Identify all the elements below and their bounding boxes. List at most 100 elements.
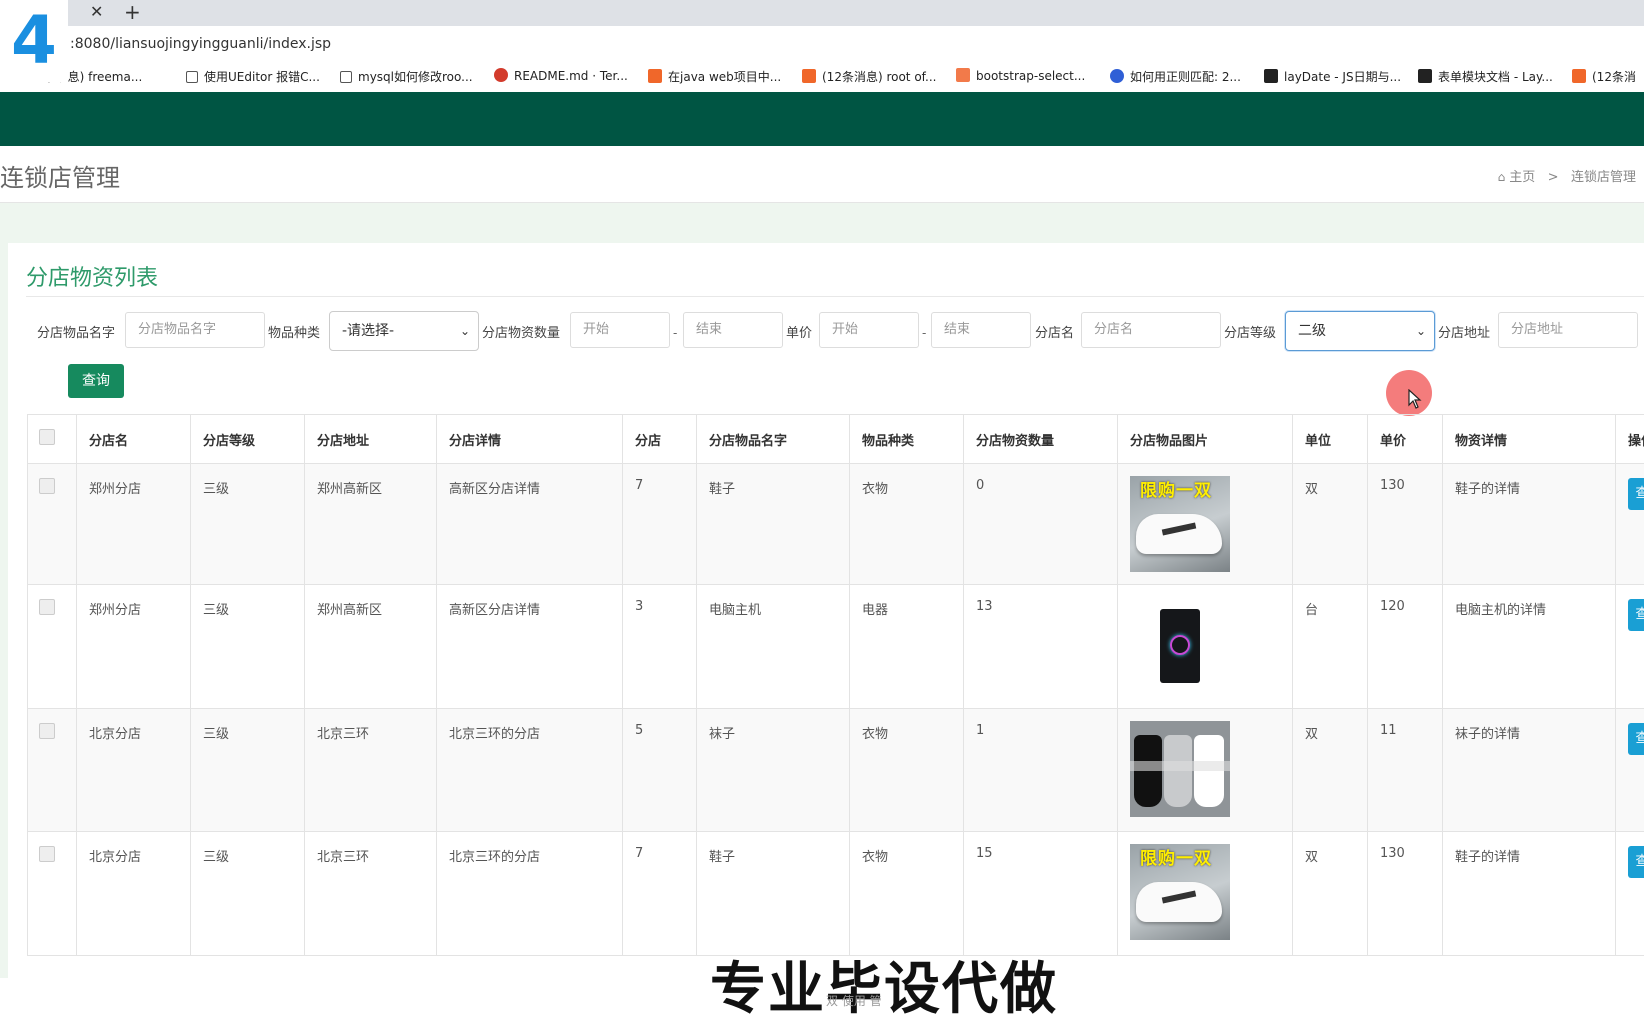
bookmark-favicon-icon: [1264, 69, 1278, 83]
watermark-subtitle: 双 使用 管: [826, 994, 882, 1008]
column-header[interactable]: 分店详情: [436, 414, 623, 464]
bookmark-favicon-icon: [1418, 69, 1432, 83]
view-button[interactable]: 查: [1628, 599, 1644, 631]
action-cell: 查: [1615, 708, 1644, 832]
select-all-cell: [27, 414, 77, 464]
shop-address-cell: 郑州高新区: [304, 463, 437, 585]
bookmark-favicon-icon: [1110, 69, 1124, 83]
table-row: 北京分店 三级 北京三环 北京三环的分店 5 袜子 衣物 1 双 11 袜子的详…: [27, 708, 1644, 832]
quantity-cell: 0: [963, 463, 1118, 585]
table-row: 郑州分店 三级 郑州高新区 高新区分店详情 3 电脑主机 电器 13 台 120…: [27, 584, 1644, 709]
shop-level-cell: 三级: [190, 584, 305, 709]
page-title: 连锁店管理: [0, 164, 120, 192]
bookmark-item[interactable]: mysql如何修改roo...: [340, 68, 473, 85]
query-button[interactable]: 查询: [68, 364, 124, 398]
bookmark-item[interactable]: README.md · Ter...: [494, 68, 628, 83]
item-name-input[interactable]: 分店物品名字: [125, 312, 265, 348]
socks-image: [1130, 721, 1230, 817]
quantity-start-input[interactable]: 开始: [570, 312, 670, 348]
shop-detail-cell: 北京三环的分店: [436, 831, 623, 956]
column-header[interactable]: 分店名: [76, 414, 191, 464]
row-checkbox[interactable]: [39, 846, 55, 862]
category-cell: 衣物: [849, 831, 964, 956]
pc-case-image: [1130, 597, 1230, 693]
address-bar[interactable]: :8080/liansuojingyingguanli/index.jsp: [0, 26, 1644, 58]
shoe-shape: [1136, 882, 1222, 922]
view-button[interactable]: 查: [1628, 723, 1644, 755]
shop-level-cell: 三级: [190, 708, 305, 832]
browser-tab-bar: ✕ +: [0, 0, 1644, 26]
promo-text: 限购一双: [1140, 849, 1212, 869]
column-header[interactable]: 分店物品图片: [1117, 414, 1293, 464]
bookmark-item[interactable]: 使用UEditor 报错C...: [186, 68, 320, 85]
row-checkbox[interactable]: [39, 723, 55, 739]
column-header[interactable]: 分店地址: [304, 414, 437, 464]
breadcrumb-home[interactable]: 主页: [1509, 170, 1535, 185]
column-header[interactable]: 分店物资数量: [963, 414, 1118, 464]
shop-address-cell: 北京三环: [304, 831, 437, 956]
promo-text: 限购一双: [1140, 481, 1212, 501]
breadcrumb-current: 连锁店管理: [1570, 170, 1636, 185]
shop-name-cell: 郑州分店: [76, 463, 191, 585]
shoe-image: 限购一双: [1130, 844, 1230, 940]
item-name-cell: 电脑主机: [696, 584, 850, 709]
row-select-cell: [27, 708, 77, 832]
level-select[interactable]: 二级 ⌄: [1285, 311, 1435, 351]
bookmark-item[interactable]: 如何用正则匹配: 2...: [1110, 68, 1241, 85]
view-button[interactable]: 查: [1628, 478, 1644, 510]
price-start-input[interactable]: 开始: [819, 312, 919, 348]
price-end-input[interactable]: 结束: [931, 312, 1031, 348]
column-header[interactable]: 分店: [622, 414, 697, 464]
row-checkbox[interactable]: [39, 478, 55, 494]
price-cell: 11: [1367, 708, 1443, 832]
address-input[interactable]: 分店地址: [1498, 312, 1638, 348]
shop-id-cell: 7: [622, 831, 697, 956]
shop-level-cell: 三级: [190, 831, 305, 956]
column-header[interactable]: 单位: [1292, 414, 1368, 464]
item-name-cell: 鞋子: [696, 831, 850, 956]
shoe-shape: [1136, 514, 1222, 554]
shop-name-cell: 北京分店: [76, 708, 191, 832]
item-name-cell: 袜子: [696, 708, 850, 832]
bookmark-item[interactable]: 表单模块文档 - Lay...: [1418, 68, 1553, 85]
column-header[interactable]: 操作: [1615, 414, 1644, 464]
column-header[interactable]: 单价: [1367, 414, 1443, 464]
action-cell: 查: [1615, 463, 1644, 585]
unit-cell: 双: [1292, 831, 1368, 956]
unit-cell: 双: [1292, 708, 1368, 832]
item-detail-cell: 鞋子的详情: [1442, 463, 1616, 585]
bookmark-item[interactable]: (12条消: [1572, 68, 1636, 85]
column-header[interactable]: 物品种类: [849, 414, 964, 464]
quantity-cell: 1: [963, 708, 1118, 832]
quantity-cell: 15: [963, 831, 1118, 956]
category-select[interactable]: -请选择- ⌄: [329, 311, 479, 351]
shop-address-cell: 郑州高新区: [304, 584, 437, 709]
unit-cell: 台: [1292, 584, 1368, 709]
column-header[interactable]: 分店物品名字: [696, 414, 850, 464]
item-image-cell: [1117, 708, 1293, 832]
table-row: 郑州分店 三级 郑州高新区 高新区分店详情 7 鞋子 衣物 0 限购一双 双 1…: [27, 463, 1644, 585]
panel-title: 分店物资列表: [26, 266, 159, 291]
pc-fan-ring: [1170, 635, 1190, 655]
bookmark-item[interactable]: bootstrap-select...: [956, 68, 1085, 83]
bookmark-favicon-icon: [956, 68, 970, 82]
row-checkbox[interactable]: [39, 599, 55, 615]
item-name-cell: 鞋子: [696, 463, 850, 585]
quantity-end-input[interactable]: 结束: [683, 312, 783, 348]
url-text[interactable]: :8080/liansuojingyingguanli/index.jsp: [70, 36, 331, 52]
new-tab-icon[interactable]: +: [124, 0, 141, 24]
bookmark-item[interactable]: (12条消息) root of...: [802, 68, 936, 85]
shoe-image: 限购一双: [1130, 476, 1230, 572]
table-header-row: 分店名 分店等级 分店地址 分店详情 分店 分店物品名字 物品种类 分店物资数量…: [27, 414, 1644, 464]
panel-divider: [26, 296, 1644, 297]
shop-name-input[interactable]: 分店名: [1081, 312, 1221, 348]
column-header[interactable]: 物资详情: [1442, 414, 1616, 464]
shop-level-cell: 三级: [190, 463, 305, 585]
bookmark-item[interactable]: 在java web项目中...: [648, 68, 781, 85]
close-tab-icon[interactable]: ✕: [90, 2, 103, 21]
view-button[interactable]: 查: [1628, 846, 1644, 878]
bookmark-item[interactable]: layDate - JS日期与...: [1264, 68, 1401, 85]
select-all-checkbox[interactable]: [39, 429, 55, 445]
address-label: 分店地址: [1438, 326, 1491, 341]
column-header[interactable]: 分店等级: [190, 414, 305, 464]
